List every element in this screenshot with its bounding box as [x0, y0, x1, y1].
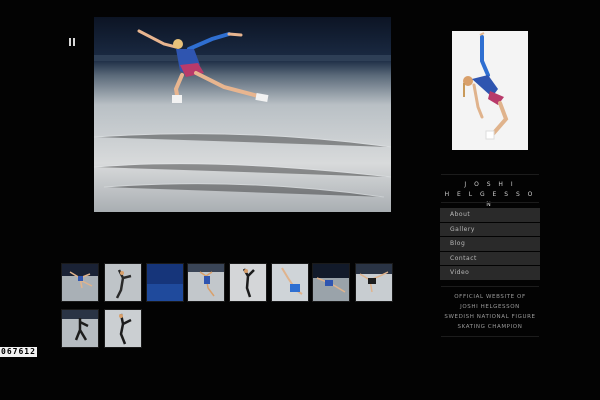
site-tagline: OFFICIAL WEBSITE OF JOSHI HELGESSON SWED… [440, 292, 540, 332]
thumbnail-9[interactable] [62, 310, 98, 347]
site-name-last: H E L G E S S O N [444, 191, 536, 208]
thumbnail-6[interactable] [272, 264, 308, 301]
thumbnail-5[interactable] [230, 264, 266, 301]
nav-contact[interactable]: Contact [440, 251, 540, 266]
visitor-counter: 067612 [0, 347, 37, 357]
thumbnail-2[interactable] [105, 264, 141, 301]
nav-blog[interactable]: Blog [440, 237, 540, 251]
thumbnail-8[interactable] [356, 264, 392, 301]
divider [441, 286, 539, 287]
site-name: J O S H I H E L G E S S O N [441, 180, 539, 210]
site-name-first: J O S H I [464, 181, 516, 188]
pause-icon[interactable] [68, 38, 76, 46]
thumbnail-3[interactable] [147, 264, 183, 301]
thumbnail-10[interactable] [105, 310, 141, 347]
divider [441, 174, 539, 175]
profile-portrait [452, 31, 528, 150]
main-nav: About Gallery Blog Contact Video [440, 208, 540, 281]
nav-about[interactable]: About [440, 208, 540, 222]
tagline-line: OFFICIAL WEBSITE OF [454, 294, 526, 300]
tagline-line: SWEDISH NATIONAL FIGURE [444, 314, 536, 320]
tagline-line: SKATING CHAMPION [457, 324, 523, 330]
thumbnail-7[interactable] [313, 264, 349, 301]
nav-video[interactable]: Video [440, 266, 540, 280]
tagline-line: JOSHI HELGESSON [460, 304, 520, 310]
skater-photo-main [94, 17, 391, 212]
main-slideshow-photo[interactable] [94, 17, 391, 212]
thumbnail-4[interactable] [188, 264, 224, 301]
divider [441, 202, 539, 203]
nav-gallery[interactable]: Gallery [440, 222, 540, 237]
thumbnail-1[interactable] [62, 264, 98, 301]
divider [441, 336, 539, 337]
